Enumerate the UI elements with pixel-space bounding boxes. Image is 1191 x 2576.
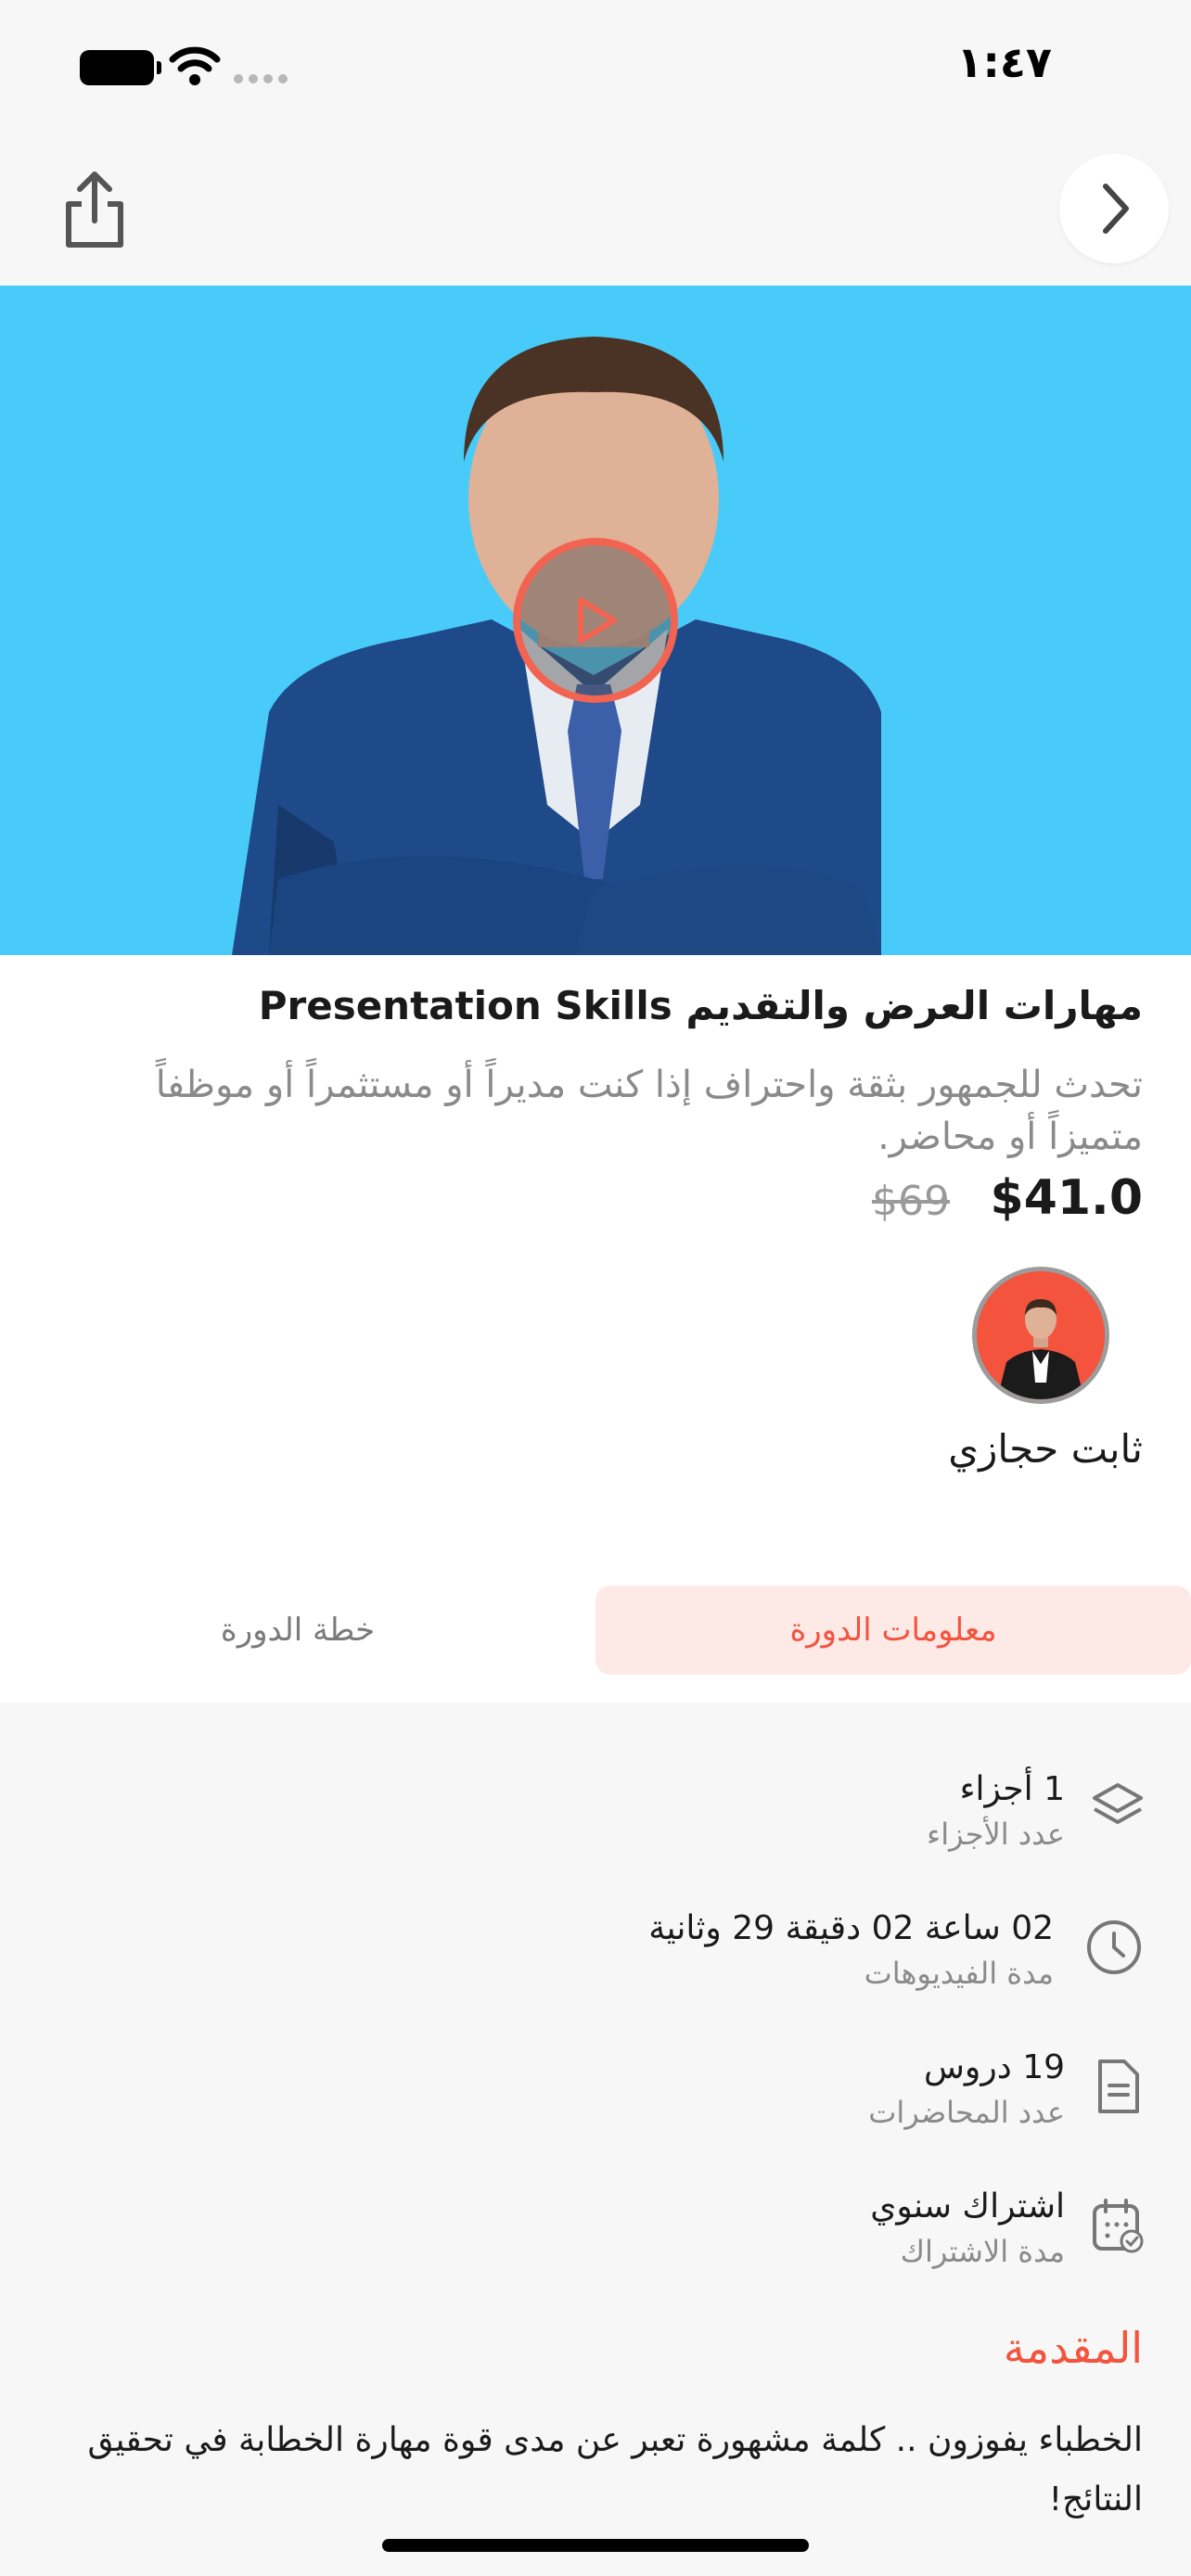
cellular-signal-icon: [234, 74, 288, 83]
course-title: مهارات العرض والتقديم Presentation Skill…: [258, 983, 1143, 1028]
course-info-card: مهارات العرض والتقديم Presentation Skill…: [0, 955, 1191, 1558]
detail-label: عدد المحاضرات: [868, 2095, 1065, 2130]
course-tabs: معلومات الدورة خطة الدورة: [0, 1558, 1191, 1702]
forward-button[interactable]: [1059, 154, 1169, 263]
detail-parts: 1 أجزاء عدد الأجزاء: [0, 1757, 1191, 1868]
tab-course-info[interactable]: معلومات الدورة: [596, 1586, 1191, 1675]
course-old-price: $69: [872, 1178, 950, 1225]
course-description: تحدث للجمهور بثقة واحتراف إذا كنت مديراً…: [155, 1064, 1143, 1158]
calendar-icon: [1093, 2199, 1144, 2253]
detail-label: مدة الفيديوهات: [864, 1956, 1054, 1991]
detail-label: عدد الأجزاء: [927, 1817, 1065, 1852]
chevron-right-icon: [1103, 184, 1129, 234]
instructor-avatar[interactable]: [972, 1267, 1109, 1404]
status-time: ١:٤٧: [956, 37, 1052, 87]
detail-value: 1 أجزاء: [959, 1770, 1065, 1808]
detail-value: 02 ساعة 02 دقيقة 29 وثانية: [648, 1909, 1054, 1947]
play-icon: [578, 597, 617, 644]
layers-icon: [1093, 1783, 1143, 1824]
share-button[interactable]: [58, 167, 132, 250]
detail-video-duration: 02 ساعة 02 دقيقة 29 وثانية مدة الفيديوها…: [0, 1896, 1191, 2008]
course-video-preview[interactable]: [0, 286, 1191, 955]
instructor-name[interactable]: ثابت حجازي: [948, 1426, 1143, 1472]
tab-course-plan[interactable]: خطة الدورة: [0, 1586, 596, 1675]
detail-lessons: 19 دروس عدد المحاضرات: [0, 2035, 1191, 2147]
play-button[interactable]: [513, 538, 678, 703]
detail-value: 19 دروس: [923, 2048, 1065, 2086]
document-icon: [1098, 2060, 1139, 2113]
detail-value: اشتراك سنوي: [870, 2187, 1065, 2225]
avatar-image: [977, 1271, 1105, 1399]
home-indicator[interactable]: [382, 2539, 809, 2552]
detail-label: مدة الاشتراك: [900, 2234, 1065, 2269]
clock-icon: [1087, 1920, 1141, 1974]
wifi-icon: [169, 46, 221, 85]
battery-icon: [80, 50, 161, 85]
intro-heading: المقدمة: [1003, 2323, 1143, 2373]
detail-subscription: اشتراك سنوي مدة الاشتراك: [0, 2174, 1191, 2286]
course-price: $41.0: [990, 1170, 1143, 1226]
share-icon: [66, 172, 123, 248]
status-bar: ١:٤٧: [0, 0, 1191, 139]
intro-text: الخطباء يفوزون .. كلمة مشهورة تعبر عن مد…: [87, 2421, 1143, 2519]
